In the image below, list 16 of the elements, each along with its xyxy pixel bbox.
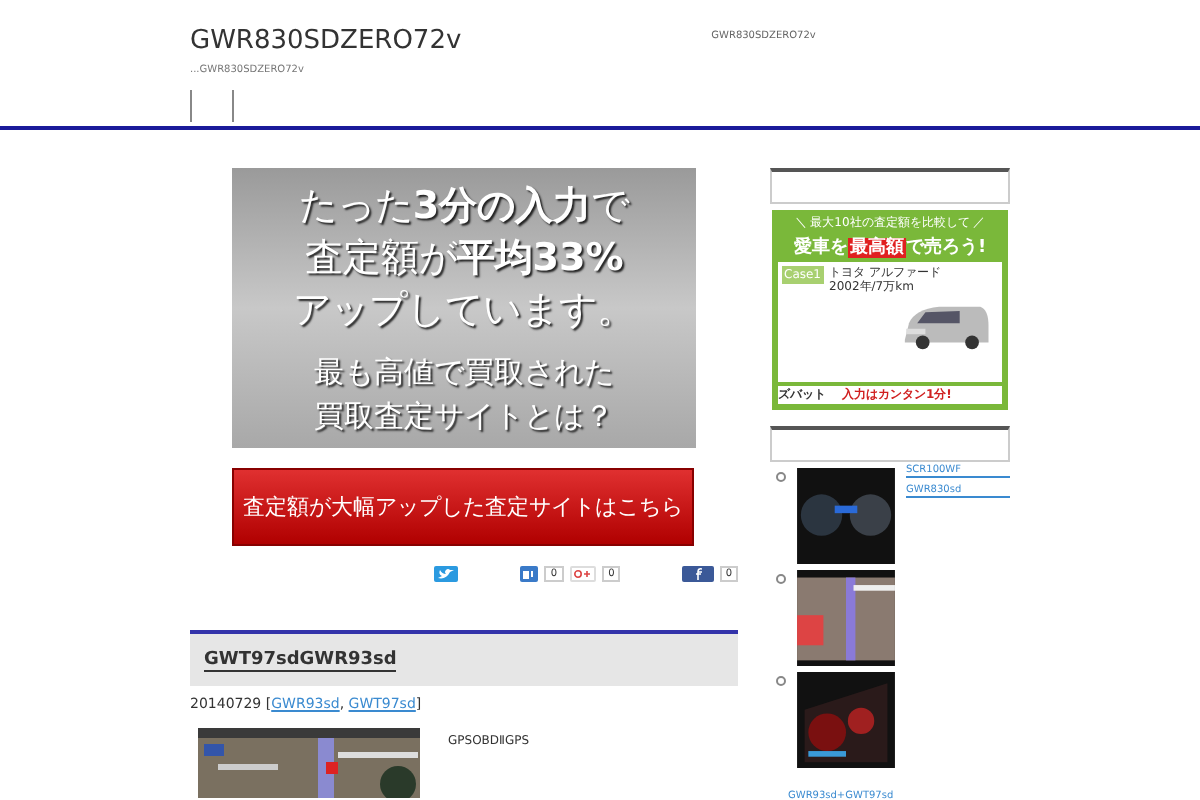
facebook-share-button[interactable] bbox=[682, 566, 714, 582]
banner[interactable]: たった3分の入力で 査定額が平均33% アップしています。 最も高値で買取された 買取査定サイトとは？ bbox=[232, 168, 696, 448]
hatena-share-button[interactable] bbox=[519, 566, 539, 582]
bullet-icon bbox=[776, 574, 786, 584]
twitter-share-button[interactable] bbox=[434, 566, 458, 582]
cta-button[interactable]: 査定額が大幅アップした査定サイトはこちら bbox=[232, 468, 694, 546]
f-logo-icon bbox=[695, 568, 702, 580]
bird-icon bbox=[437, 568, 454, 580]
bullet-icon bbox=[776, 676, 786, 686]
plus-icon bbox=[574, 570, 591, 578]
bullet-icon bbox=[776, 472, 786, 482]
post-title[interactable]: GWT97sdGWR93sd bbox=[204, 649, 397, 671]
bookmark-icon bbox=[522, 569, 535, 579]
gplus-share-button[interactable] bbox=[569, 566, 597, 582]
site-title[interactable]: GWR830SDZERO72v bbox=[190, 26, 462, 56]
ad-headline: 愛車を最高額で売ろう! bbox=[793, 234, 987, 260]
